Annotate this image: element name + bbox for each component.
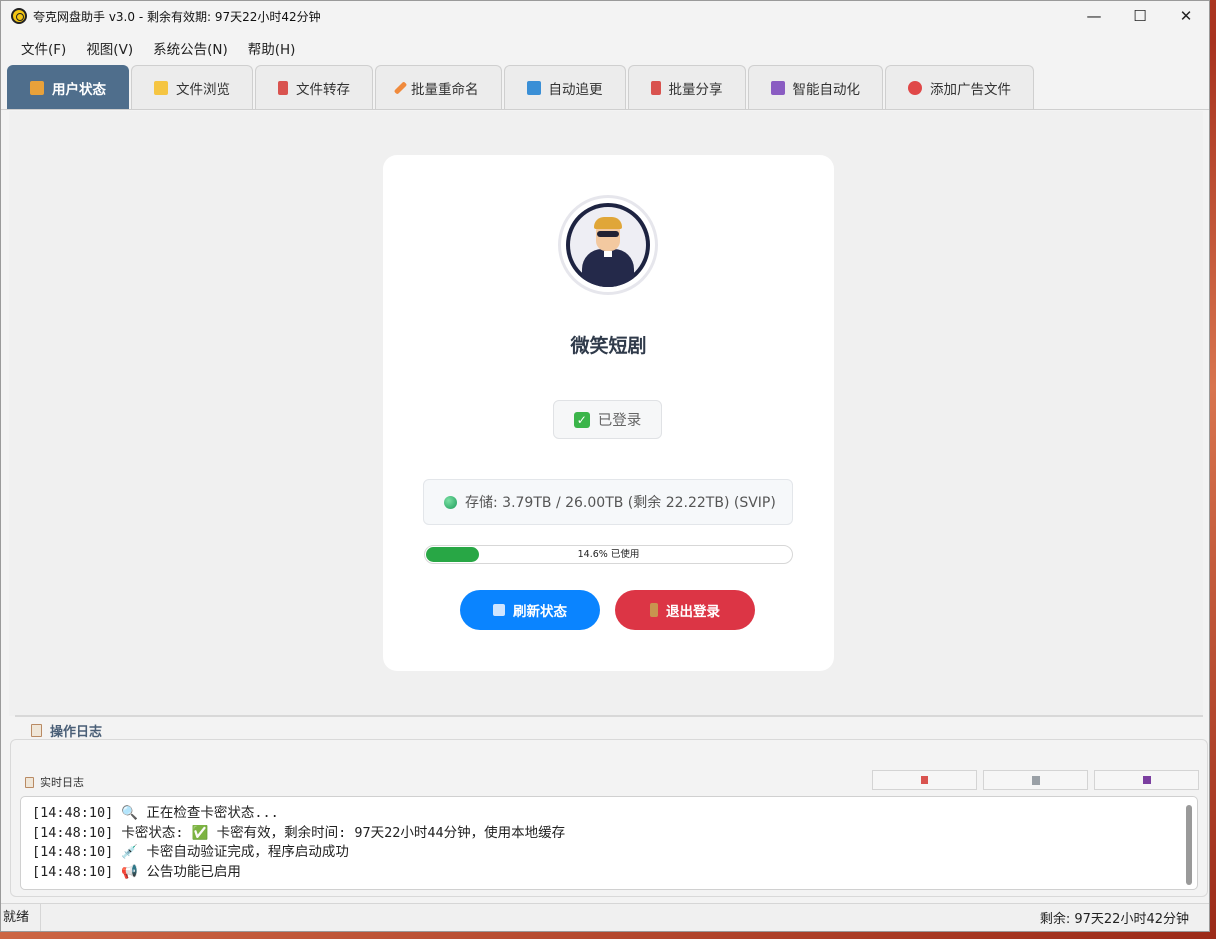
logout-label: 退出登录 [666,604,720,620]
tab-auto-update[interactable]: 自动追更 [503,65,626,109]
tab-label: 自动追更 [548,81,603,98]
menu-file[interactable]: 文件(F) [11,38,76,58]
app-logo-icon [11,8,27,24]
tab-file-browse[interactable]: 文件浏览 [131,65,253,109]
maximize-button[interactable]: ☐ [1117,1,1163,31]
tab-label: 批量重命名 [411,81,479,98]
minimize-button[interactable]: — [1071,1,1117,31]
log-section-title: 操作日志 [31,721,103,740]
status-ready: 就绪 [1,903,41,931]
document-icon [31,723,42,737]
log-panel: 实时日志 [14:48:10] 🔍 正在检查卡密状态... [14:48:10]… [10,739,1208,897]
login-status-text: 已登录 [597,413,642,429]
avatar [566,203,650,287]
tab-user-status[interactable]: 用户状态 [7,65,129,109]
log-subtitle-text: 实时日志 [40,776,84,789]
trash-icon [1031,775,1040,785]
check-icon: ✓ [573,411,590,428]
save-icon [1142,776,1151,784]
refresh-status-button[interactable]: 刷新状态 [460,590,600,630]
logout-button[interactable]: 退出登录 [615,590,755,630]
title-bar: 夸克网盘助手 v3.0 - 剩余有效期: 97天22小时42分钟 — ☐ ✕ [1,1,1209,31]
refresh-icon [526,80,541,95]
storage-info: 存储: 3.79TB / 26.00TB (剩余 22.22TB) (SVIP) [423,479,793,525]
log-line: [14:48:10] 💉 卡密自动验证完成，程序启动成功 [32,844,349,860]
clear-log-button[interactable] [983,770,1088,790]
tab-smart-automation[interactable]: 智能自动化 [747,65,883,109]
log-title: 操作日志 [50,724,103,740]
status-dot-icon [444,495,457,509]
log-scrollbar[interactable] [1186,805,1192,885]
log-toolbar [872,770,1199,790]
status-bar: 就绪 剩余: 97天22小时42分钟 [1,903,1209,931]
app-window: 夸克网盘助手 v3.0 - 剩余有效期: 97天22小时42分钟 — ☐ ✕ 文… [0,0,1210,932]
tab-add-ad-file[interactable]: 添加广告文件 [885,65,1034,109]
menu-view[interactable]: 视图(V) [76,38,143,58]
robot-icon [770,80,785,95]
user-card: 微笑短剧 ✓ 已登录 存储: 3.79TB / 26.00TB (剩余 22.2… [383,155,834,671]
folder-icon [154,80,168,95]
tab-label: 智能自动化 [792,81,861,98]
tab-label: 批量分享 [668,81,723,98]
progress-text: 14.6% 已使用 [577,549,640,560]
username: 微笑短剧 [570,335,647,357]
lock-icon [30,80,44,95]
tab-label: 用户状态 [52,81,106,98]
export-log-button[interactable] [872,770,977,790]
storage-text: 存储: 3.79TB / 26.00TB (剩余 22.22TB) (SVIP) [465,495,776,511]
storage-progress-bar: 14.6% 已使用 [424,545,793,564]
target-icon [908,80,922,95]
tab-file-transfer[interactable]: 文件转存 [255,65,373,109]
login-status-badge: ✓ 已登录 [553,400,662,439]
refresh-icon [493,604,505,616]
upload-icon [278,80,288,95]
document-icon [25,776,34,788]
status-remaining: 剩余: 97天22小时42分钟 [1039,912,1189,927]
share-icon [650,80,661,95]
log-line: [14:48:10] 📢 公告功能已启用 [32,863,241,880]
menu-announcement[interactable]: 系统公告(N) [143,38,238,58]
menu-help[interactable]: 帮助(H) [238,38,306,58]
menu-bar: 文件(F) 视图(V) 系统公告(N) 帮助(H) [1,31,1209,65]
tab-label: 文件转存 [296,81,350,98]
user-status-panel: 微笑短剧 ✓ 已登录 存储: 3.79TB / 26.00TB (剩余 22.2… [9,111,1203,716]
log-subtitle: 实时日志 [25,774,84,790]
door-icon [650,603,658,617]
avatar-frame [558,195,658,295]
tab-label: 文件浏览 [176,81,230,98]
pencil-icon [393,80,408,95]
splitter-handle[interactable] [15,715,1203,717]
tab-batch-rename[interactable]: 批量重命名 [375,65,502,109]
log-output[interactable]: [14:48:10] 🔍 正在检查卡密状态... [14:48:10] 卡密状态… [20,796,1198,890]
tab-batch-share[interactable]: 批量分享 [627,65,746,109]
tab-label: 添加广告文件 [930,81,1011,98]
log-line: [14:48:10] 卡密状态: ✅ 卡密有效，剩余时间: 97天22小时44分… [32,824,566,841]
refresh-label: 刷新状态 [513,604,567,620]
window-controls: — ☐ ✕ [1071,1,1209,31]
close-button[interactable]: ✕ [1163,1,1209,31]
save-log-button[interactable] [1094,770,1199,790]
window-title: 夸克网盘助手 v3.0 - 剩余有效期: 97天22小时42分钟 [33,9,321,24]
log-line: [14:48:10] 🔍 正在检查卡密状态... [32,805,279,821]
upload-icon [921,776,928,784]
tab-bar: 用户状态 文件浏览 文件转存 批量重命名 自动追更 批量分享 智能自动化 添加广… [1,65,1209,110]
